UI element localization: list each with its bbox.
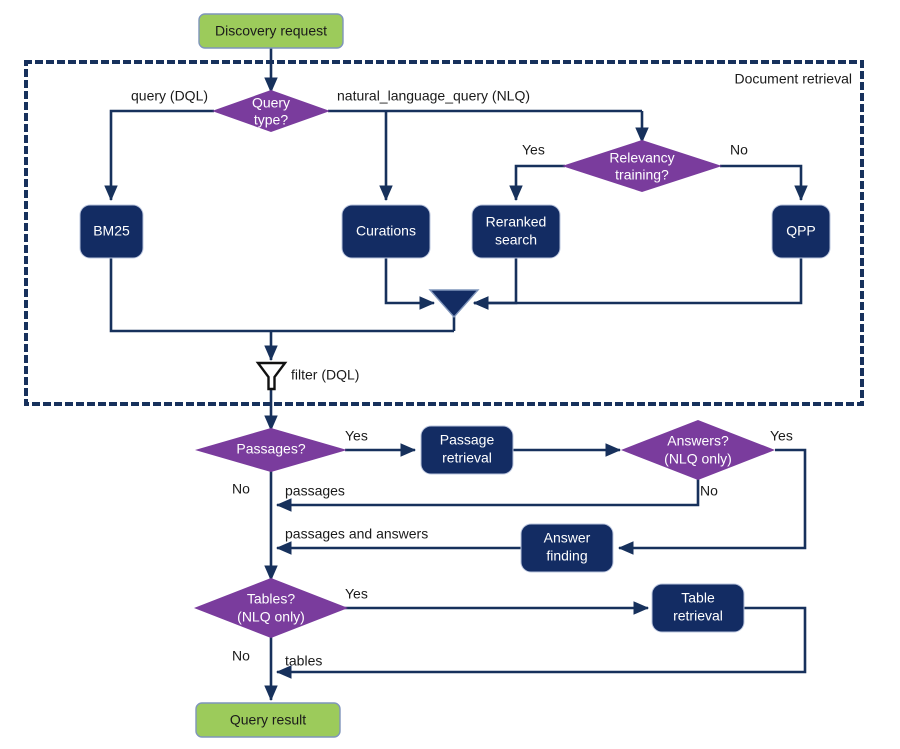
table-retrieval-label-line2: retrieval: [673, 608, 723, 624]
node-query-type[interactable]: Query type?: [212, 90, 330, 132]
edge-label-relevancy-no: No: [730, 142, 748, 158]
tables-label-line1: Tables?: [247, 591, 295, 607]
node-table-retrieval[interactable]: Table retrieval: [651, 583, 745, 633]
node-answer-finding[interactable]: Answer finding: [520, 523, 614, 573]
qpp-label: QPP: [786, 223, 816, 239]
node-answers[interactable]: Answers? (NLQ only): [621, 420, 775, 480]
edge-label-natural-language-query: natural_language_query (NLQ): [337, 88, 530, 104]
relevancy-training-label-line2: training?: [615, 167, 669, 183]
node-discovery-request[interactable]: Discovery request: [198, 13, 344, 49]
edge-reranked-to-merge: [472, 258, 518, 310]
edge-label-passages-yes: Yes: [345, 428, 368, 444]
edge-bm25-to-collector: [109, 258, 454, 333]
discovery-request-label: Discovery request: [215, 23, 327, 39]
connectors-top: [104, 48, 808, 432]
edge-label-answers-yes: Yes: [770, 428, 793, 444]
query-type-label-line2: type?: [254, 112, 288, 128]
document-retrieval-group: Document retrieval: [24, 60, 864, 406]
passage-retrieval-label-line1: Passage: [440, 432, 495, 448]
answer-finding-label-line1: Answer: [544, 530, 591, 546]
passages-label: Passages?: [236, 441, 305, 457]
node-qpp[interactable]: QPP: [771, 204, 831, 259]
merge-junction: [428, 289, 480, 319]
discovery-query-flowchart: Document retrieval Discovery request Que…: [24, 13, 864, 738]
edge-curations-to-merge: [384, 258, 436, 310]
edge-label-passages: passages: [285, 483, 345, 499]
node-curations[interactable]: Curations: [341, 204, 431, 259]
connectors-bottom: [264, 443, 807, 702]
query-result-label: Query result: [230, 712, 306, 728]
edge-label-query-dql: query (DQL): [131, 88, 208, 104]
edge-label-passages-no: No: [232, 481, 250, 497]
reranked-search-label-line1: Reranked: [486, 214, 547, 230]
node-reranked-search[interactable]: Reranked search: [471, 204, 561, 259]
node-filter[interactable]: filter (DQL): [255, 361, 359, 391]
answer-finding-label-line2: finding: [546, 548, 587, 564]
edge-label-tables-yes: Yes: [345, 586, 368, 602]
reranked-search-label-line2: search: [495, 232, 537, 248]
edge-label-answers-no: No: [700, 483, 718, 499]
node-query-result[interactable]: Query result: [195, 702, 341, 738]
table-retrieval-label-line1: Table: [681, 590, 715, 606]
edge-querytype-dql-to-bm25: [104, 109, 214, 202]
node-relevancy-training[interactable]: Relevancy training?: [562, 140, 722, 192]
edge-qpp-to-merge: [472, 258, 803, 310]
node-passages[interactable]: Passages?: [195, 428, 347, 472]
filter-label: filter (DQL): [291, 367, 359, 383]
edge-relevancy-yes-to-reranked: [509, 164, 565, 202]
relevancy-training-label-line1: Relevancy: [609, 150, 674, 166]
answers-label-line1: Answers?: [667, 433, 729, 449]
merge-triangle-icon: [428, 289, 480, 319]
passage-retrieval-label-line2: retrieval: [442, 450, 492, 466]
tables-label-line2: (NLQ only): [237, 609, 305, 625]
edge-relevancy-no-to-qpp: [720, 164, 808, 202]
edge-label-tables: tables: [285, 653, 322, 669]
curations-label: Curations: [356, 223, 416, 239]
query-type-label-line1: Query: [252, 95, 290, 111]
edge-label-passages-and-answers: passages and answers: [285, 526, 428, 542]
bm25-label: BM25: [93, 223, 130, 239]
edge-label-relevancy-yes: Yes: [522, 142, 545, 158]
document-retrieval-label: Document retrieval: [735, 71, 853, 87]
filter-icon[interactable]: [255, 361, 288, 391]
answers-label-line2: (NLQ only): [664, 451, 732, 467]
document-retrieval-boundary: [24, 60, 864, 406]
node-bm25[interactable]: BM25: [79, 204, 144, 259]
node-passage-retrieval[interactable]: Passage retrieval: [420, 425, 514, 475]
node-tables[interactable]: Tables? (NLQ only): [194, 578, 348, 638]
edge-label-tables-no: No: [232, 648, 250, 664]
